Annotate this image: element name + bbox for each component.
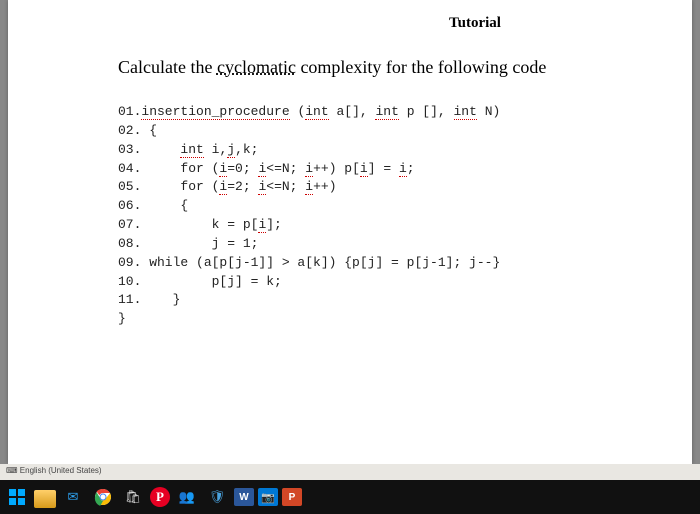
question-text: Calculate the cyclomatic complexity for … xyxy=(118,57,662,78)
chrome-icon[interactable] xyxy=(90,484,116,510)
code-line: 08. j = 1; xyxy=(118,236,258,251)
code-token: ++) xyxy=(313,179,336,194)
word-icon[interactable]: W xyxy=(234,488,254,506)
code-token: 07. k = p[ xyxy=(118,217,258,232)
code-token: ( xyxy=(290,104,306,119)
code-token: 03. xyxy=(118,142,180,157)
code-line: 09. while (a[p[j-1]] > a[k]) {p[j] = p[j… xyxy=(118,255,500,270)
code-token: =0; xyxy=(227,161,258,176)
question-pre: Calculate the xyxy=(118,57,217,77)
code-token: ]; xyxy=(266,217,282,232)
code-token: =2; xyxy=(227,179,258,194)
security-icon[interactable]: 🛡 xyxy=(204,484,230,510)
code-token: <=N; xyxy=(266,161,305,176)
statusbar-keyboard-icon: ⌨ xyxy=(6,466,20,475)
camera-icon[interactable]: 📷 xyxy=(258,488,278,506)
code-token: int xyxy=(305,104,328,120)
code-token: [], xyxy=(344,104,375,119)
code-token: ] = xyxy=(368,161,399,176)
code-token: N) xyxy=(477,104,500,119)
pinterest-icon[interactable]: P xyxy=(150,487,170,507)
code-token: i xyxy=(305,161,313,177)
file-explorer-icon[interactable] xyxy=(34,490,56,508)
code-token: ++) p[ xyxy=(313,161,360,176)
store-icon[interactable]: 🛍 xyxy=(120,484,146,510)
mail-icon[interactable]: ✉ xyxy=(60,484,86,510)
code-token: int xyxy=(375,104,398,120)
code-token: insertion_procedure xyxy=(141,104,289,120)
code-token: i xyxy=(360,161,368,177)
code-token: p [], xyxy=(399,104,454,119)
question-post: complexity for the following code xyxy=(296,57,546,77)
code-token: int xyxy=(180,142,203,158)
taskbar: ✉ 🛍 P 👥 🛡 W 📷 P xyxy=(0,480,700,514)
document-page: Tutorial Calculate the cyclomatic comple… xyxy=(8,0,692,464)
code-token: a xyxy=(329,104,345,119)
status-bar: ⌨ English (United States) xyxy=(0,464,700,480)
code-token: i xyxy=(204,142,220,157)
code-token: <=N; xyxy=(266,179,305,194)
code-line: 02. { xyxy=(118,123,157,138)
powerpoint-icon[interactable]: P xyxy=(282,488,302,506)
code-token: ,k; xyxy=(235,142,258,157)
question-underlined: cyclomatic xyxy=(217,57,296,77)
code-ln: 01. xyxy=(118,104,141,119)
code-line: } xyxy=(118,311,126,326)
code-token: i xyxy=(305,179,313,195)
code-token: 05. for ( xyxy=(118,179,219,194)
status-language: English (United States) xyxy=(20,466,102,475)
code-block: 01.insertion_procedure (int a[], int p [… xyxy=(118,103,662,329)
code-token: i xyxy=(399,161,407,177)
start-button[interactable] xyxy=(4,484,30,510)
slide-title: Tutorial xyxy=(288,15,662,32)
code-line: 10. p[j] = k; xyxy=(118,274,282,289)
teams-icon[interactable]: 👥 xyxy=(174,484,200,510)
code-token: 04. for ( xyxy=(118,161,219,176)
code-token: ; xyxy=(407,161,415,176)
code-token: int xyxy=(454,104,477,120)
code-line: 06. { xyxy=(118,198,188,213)
code-token: j xyxy=(227,142,235,158)
document-content: Tutorial Calculate the cyclomatic comple… xyxy=(8,0,692,329)
code-line: 11. } xyxy=(118,292,180,307)
